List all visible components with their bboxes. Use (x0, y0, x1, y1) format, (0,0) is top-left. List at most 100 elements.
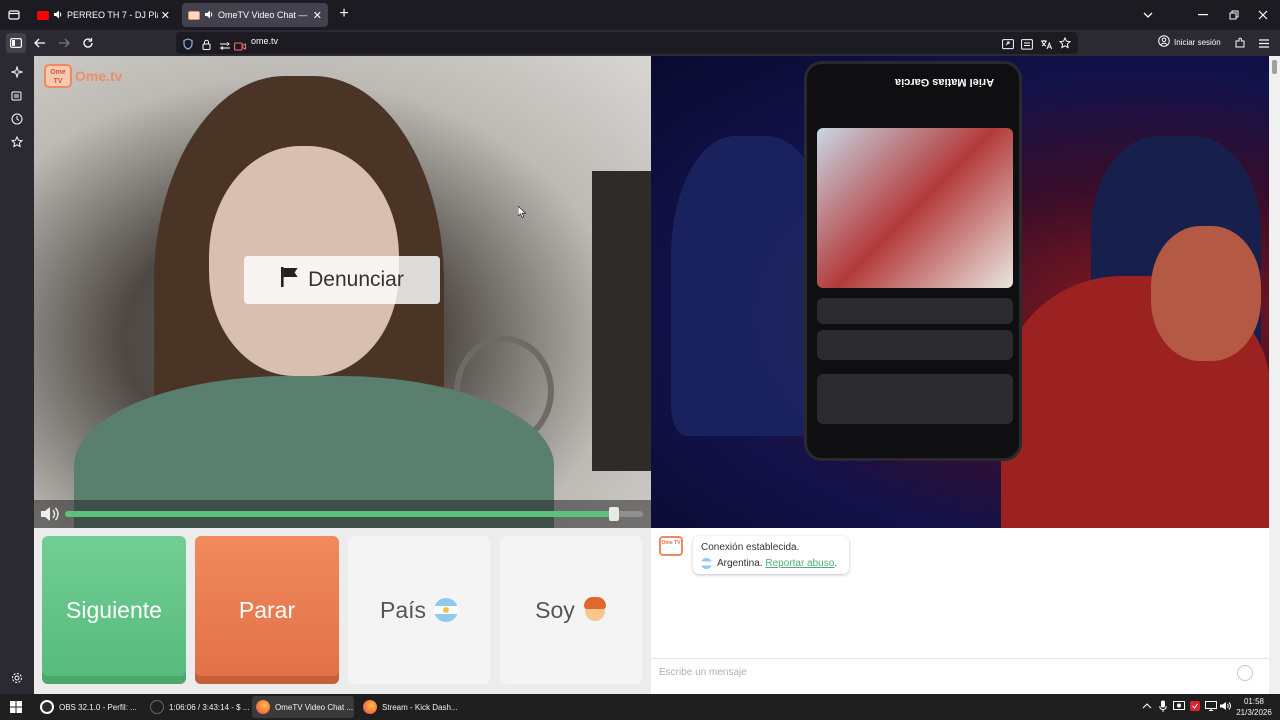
argentina-flag-icon (701, 557, 712, 569)
forward-icon[interactable] (54, 33, 74, 53)
translate-icon[interactable] (1040, 37, 1053, 55)
ometv-logo-mark: Ome TV (44, 64, 72, 88)
youtube-icon (37, 10, 49, 20)
country-filter-button[interactable]: País (348, 536, 490, 684)
emoji-smile-icon[interactable] (1237, 665, 1253, 681)
camera-sharing-icon[interactable] (234, 38, 247, 56)
screen-capture-icon[interactable] (1172, 699, 1186, 713)
stop-button[interactable]: Parar (195, 536, 339, 684)
next-label: Siguiente (66, 596, 162, 623)
lock-icon[interactable] (202, 37, 211, 55)
volume-control (34, 500, 651, 528)
firefox-icon (256, 700, 270, 714)
url-text[interactable]: ome.tv (251, 36, 278, 46)
volume-slider[interactable] (65, 507, 643, 521)
sign-in-button[interactable]: Iniciar sesión (1158, 35, 1221, 49)
ai-chatbot-icon[interactable] (7, 62, 27, 82)
obs-icon (40, 700, 54, 714)
speaker-icon[interactable] (204, 10, 214, 21)
stop-label: Parar (238, 596, 296, 623)
bookmark-star-icon[interactable] (1058, 36, 1072, 54)
volume-slider-handle[interactable] (609, 507, 620, 521)
navigation-toolbar: ome.tv Iniciar sesión (0, 30, 1280, 56)
next-button[interactable]: Siguiente (42, 536, 186, 684)
ometv-logo-text: Ome.tv (75, 68, 123, 84)
report-abuse-link[interactable]: Reportar abuso (765, 558, 834, 569)
close-tab-icon[interactable]: ✕ (313, 9, 322, 22)
speaker-volume-icon[interactable] (1218, 699, 1232, 713)
bookmarks-icon[interactable] (7, 132, 27, 152)
gender-button[interactable]: Soy (500, 536, 642, 684)
microphone-icon[interactable] (1156, 699, 1170, 713)
volume-icon[interactable] (39, 505, 61, 528)
media-player-icon (150, 700, 164, 714)
stranger-video[interactable]: Ome TV Ome.tv Denunciar (34, 56, 651, 528)
address-bar[interactable]: ome.tv (176, 32, 1078, 54)
sidebar-toggle-icon[interactable] (6, 33, 26, 53)
chevron-down-icon[interactable] (1131, 0, 1165, 30)
flag-icon (280, 266, 300, 294)
system-clock[interactable]: 01:58 21/3/2026 (1234, 696, 1274, 718)
chat-panel: Ome TV Conexión establecida. Argentina. … (651, 528, 1269, 694)
minimize-icon[interactable] (1186, 0, 1220, 30)
history-icon[interactable] (7, 109, 27, 129)
shield-icon[interactable] (183, 37, 193, 55)
stranger-country-text: Argentina. (717, 557, 763, 569)
close-window-icon[interactable] (1246, 0, 1280, 30)
boy-emoji-icon (583, 597, 607, 623)
extensions-icon[interactable] (1230, 33, 1250, 53)
browser-sidebar (0, 56, 34, 694)
firefox-icon (363, 700, 377, 714)
connection-status-text: Conexión establecida. (701, 542, 800, 553)
report-label: Denunciar (308, 268, 404, 291)
chevron-up-icon[interactable] (1140, 699, 1154, 713)
clock-date: 21/3/2026 (1236, 708, 1272, 717)
message-bar (651, 658, 1269, 684)
antivirus-icon[interactable] (1188, 699, 1202, 713)
ometv-logo: Ome TV Ome.tv (44, 64, 122, 88)
windows-taskbar: OBS 32.1.0 - Perfil: ... 1:06:06 / 3:43:… (0, 694, 1280, 720)
reader-view-icon[interactable] (1021, 37, 1033, 55)
new-tab-button[interactable]: + (335, 5, 353, 23)
tab-ometv[interactable]: OmeTV Video Chat — Ome ✕ (182, 3, 328, 27)
screen-share-icon[interactable] (1002, 37, 1014, 55)
volume-slider-fill (65, 511, 615, 517)
country-label: País (379, 596, 427, 623)
message-input[interactable] (659, 663, 1219, 681)
synced-tabs-icon[interactable] (7, 86, 27, 106)
mouse-cursor-icon (517, 205, 527, 223)
start-button[interactable] (6, 696, 26, 718)
chat-controls: Siguiente Parar País Soy (34, 528, 651, 694)
system-message: Conexión establecida. Argentina. Reporta… (693, 536, 849, 574)
list-all-tabs-icon[interactable] (4, 5, 24, 25)
ometv-icon (188, 10, 200, 20)
tab-title: PERREO TH 7 - DJ Plaga, M (67, 10, 158, 20)
phone-in-camera: Ariel Matias Garcia (804, 61, 1022, 461)
menu-icon[interactable] (1254, 33, 1274, 53)
tab-youtube[interactable]: PERREO TH 7 - DJ Plaga, M ✕ (31, 3, 176, 27)
phone-profile-name: Ariel Matias Garcia (895, 76, 995, 88)
taskbar-item-firefox-ometv[interactable]: OmeTV Video Chat ... (252, 696, 354, 718)
back-icon[interactable] (30, 33, 50, 53)
ometv-avatar: Ome TV (659, 536, 683, 556)
page-scrollbar[interactable] (1269, 56, 1280, 694)
gender-label: Soy (535, 596, 575, 623)
network-icon[interactable] (1204, 699, 1218, 713)
sign-in-label: Iniciar sesión (1174, 37, 1221, 47)
report-button[interactable]: Denunciar (244, 256, 440, 304)
self-camera-video: Ariel Matias Garcia (651, 56, 1269, 528)
reload-icon[interactable] (78, 33, 98, 53)
settings-gear-icon[interactable] (7, 668, 27, 688)
tab-title: OmeTV Video Chat — Ome (218, 10, 310, 20)
taskbar-item-firefox-kick[interactable]: Stream - Kick Dash... (359, 696, 459, 718)
permissions-icon[interactable] (219, 38, 231, 56)
account-icon (1158, 35, 1170, 49)
ometv-page: Ome TV Ome.tv Denunciar Ariel Matias Gar… (34, 56, 1269, 694)
speaker-icon[interactable] (53, 10, 63, 21)
close-tab-icon[interactable]: ✕ (161, 9, 170, 22)
taskbar-item-media[interactable]: 1:06:06 / 3:43:14 - $ ... (146, 696, 250, 718)
taskbar-item-obs[interactable]: OBS 32.1.0 - Perfil: ... (36, 696, 140, 718)
clock-time: 01:58 (1243, 697, 1265, 706)
argentina-flag-icon (434, 598, 459, 622)
tab-strip: PERREO TH 7 - DJ Plaga, M ✕ OmeTV Video … (0, 0, 1280, 30)
